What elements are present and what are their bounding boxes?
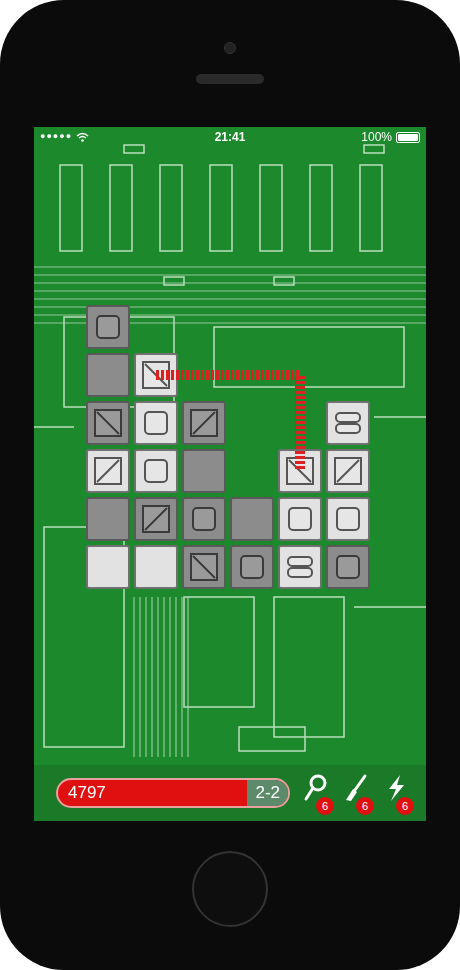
empty-cell — [182, 305, 226, 349]
tile[interactable] — [134, 401, 178, 445]
tile[interactable] — [86, 353, 130, 397]
tile[interactable] — [86, 545, 130, 589]
tile[interactable] — [182, 401, 226, 445]
empty-cell — [230, 449, 274, 493]
tile[interactable] — [278, 497, 322, 541]
empty-cell — [278, 401, 322, 445]
empty-cell — [230, 353, 274, 397]
powerup-button[interactable]: 6 — [340, 773, 372, 813]
tile[interactable] — [230, 545, 274, 589]
game-board — [86, 305, 370, 589]
level-label: 2-2 — [247, 780, 288, 806]
powerup-button[interactable]: 6 — [300, 773, 332, 813]
empty-cell — [278, 353, 322, 397]
empty-cell — [182, 353, 226, 397]
wifi-icon — [76, 132, 89, 142]
phone: ●●●●● 21:41 100% 4797 2-2 6 6 6 — [0, 0, 460, 970]
tile[interactable] — [326, 449, 370, 493]
tile[interactable] — [182, 545, 226, 589]
square-icon — [286, 505, 314, 533]
speaker-icon — [196, 74, 264, 84]
tile[interactable] — [86, 449, 130, 493]
powerup-count: 6 — [316, 797, 334, 815]
backslash-icon — [93, 408, 123, 438]
tile[interactable] — [278, 449, 322, 493]
empty-cell — [326, 353, 370, 397]
tile[interactable] — [230, 497, 274, 541]
tile[interactable] — [86, 305, 130, 349]
tile[interactable] — [134, 449, 178, 493]
battery-icon — [396, 132, 420, 143]
backslash-icon — [189, 552, 219, 582]
signal-dots: ●●●●● — [40, 130, 72, 144]
tile[interactable] — [182, 497, 226, 541]
score: 4797 — [68, 780, 106, 806]
camera-icon — [224, 42, 236, 54]
page: ●●●●● 21:41 100% 4797 2-2 6 6 6 — [0, 0, 460, 970]
screen: ●●●●● 21:41 100% 4797 2-2 6 6 6 — [34, 127, 426, 821]
square-icon — [238, 553, 266, 581]
status-time: 21:41 — [215, 128, 246, 146]
score-bar: 4797 2-2 — [56, 778, 290, 808]
tile[interactable] — [86, 497, 130, 541]
slash-icon — [333, 456, 363, 486]
tile[interactable] — [326, 545, 370, 589]
home-button[interactable] — [192, 851, 268, 927]
backslash-icon — [141, 360, 171, 390]
square-icon — [142, 409, 170, 437]
wire — [86, 305, 370, 589]
square-icon — [142, 457, 170, 485]
tile[interactable] — [182, 449, 226, 493]
status-bar: ●●●●● 21:41 100% — [34, 127, 426, 147]
square-icon — [334, 553, 362, 581]
tile[interactable] — [86, 401, 130, 445]
bars-icon — [286, 553, 314, 581]
bottom-bar: 4797 2-2 6 6 6 — [34, 765, 426, 821]
square-icon — [94, 313, 122, 341]
tile[interactable] — [278, 545, 322, 589]
square-icon — [190, 505, 218, 533]
powerup-count: 6 — [356, 797, 374, 815]
empty-cell — [230, 305, 274, 349]
empty-cell — [326, 305, 370, 349]
empty-cell — [134, 305, 178, 349]
tile[interactable] — [134, 353, 178, 397]
tile[interactable] — [134, 497, 178, 541]
square-icon — [334, 505, 362, 533]
tile[interactable] — [326, 497, 370, 541]
slash-icon — [93, 456, 123, 486]
empty-cell — [230, 401, 274, 445]
slash-icon — [189, 408, 219, 438]
powerup-count: 6 — [396, 797, 414, 815]
slash-icon — [141, 504, 171, 534]
powerup-button[interactable]: 6 — [380, 773, 412, 813]
backslash-icon — [285, 456, 315, 486]
tile[interactable] — [134, 545, 178, 589]
tile[interactable] — [326, 401, 370, 445]
battery-percent: 100% — [361, 128, 392, 146]
empty-cell — [278, 305, 322, 349]
bars-icon — [334, 409, 362, 437]
